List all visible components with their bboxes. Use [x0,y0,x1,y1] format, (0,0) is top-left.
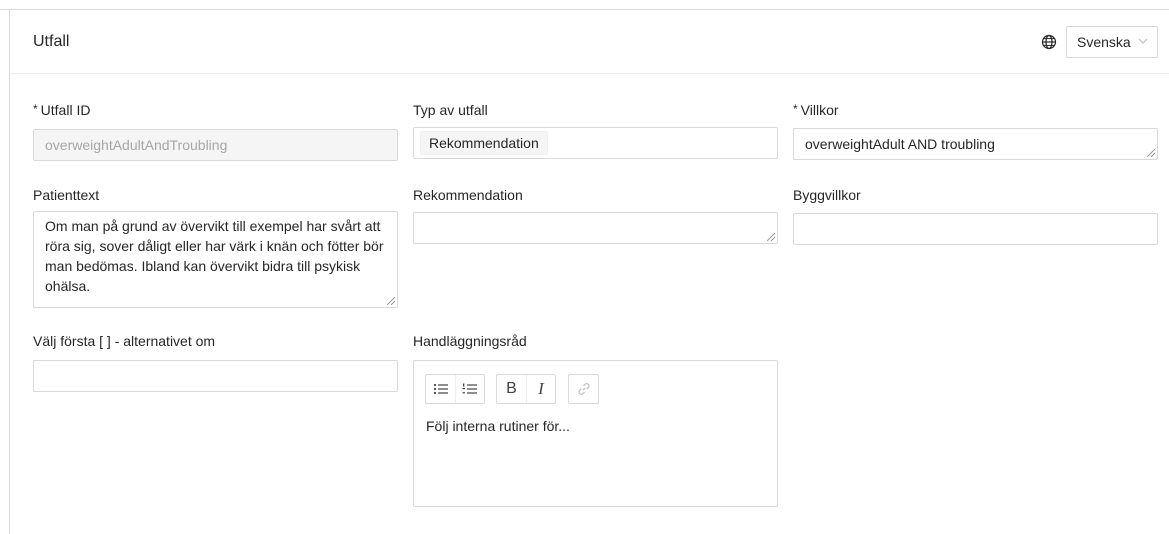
build-conditions-input[interactable] [793,213,1158,245]
build-conditions-label: Byggvillkor [793,187,861,203]
link-icon [577,383,590,395]
top-border [0,0,1169,10]
language-select[interactable]: Svenska [1066,26,1158,58]
patient-text-value: Om man på grund av övervikt till exempel… [45,218,384,294]
outcome-type-tag: Rekommendation [420,131,548,155]
list-button-group [425,374,485,404]
patient-text-textarea[interactable]: Om man på grund av övervikt till exempel… [33,211,398,308]
panel-header: Utfall Svenska [10,10,1169,74]
bullet-list-button[interactable] [426,375,455,403]
resize-handle-icon[interactable] [1147,149,1155,157]
outcome-id-label: * Utfall ID [33,102,91,118]
patient-text-label: Patienttext [33,187,100,203]
handling-advice-text: Följ interna rutiner för... [426,418,570,434]
link-button-group [568,374,599,404]
required-marker: * [33,102,38,116]
outcome-type-select[interactable]: Rekommendation [413,127,778,159]
link-button[interactable] [569,375,598,403]
chevron-down-icon [1138,38,1148,44]
bullet-list-icon [433,383,448,395]
ordered-list-button[interactable] [455,375,484,403]
outcome-panel: Utfall Svenska * Utfall ID overweightAdul… [9,10,1169,534]
format-button-group: B I [496,374,556,404]
required-marker: * [793,102,798,116]
ordered-list-icon [462,383,477,394]
handling-advice-editor[interactable]: B I Följ interna rutiner för... [413,360,778,507]
conditions-textarea[interactable]: overweightAdult AND troubling [793,128,1158,160]
outcome-type-label: Typ av utfall [413,102,488,118]
handling-advice-label: Handläggningsråd [413,333,527,349]
resize-handle-icon[interactable] [387,297,395,305]
recommendation-label: Rekommendation [413,187,523,203]
language-select-value: Svenska [1077,34,1131,50]
bold-button[interactable]: B [497,375,526,403]
globe-icon [1041,34,1057,50]
recommendation-textarea[interactable] [413,212,778,244]
choose-first-input[interactable] [33,360,398,392]
page-title: Utfall [33,33,70,50]
conditions-value: overweightAdult AND troubling [805,136,995,152]
italic-button[interactable]: I [526,375,555,403]
choose-first-label: Välj första [ ] - alternativet om [33,333,216,349]
conditions-label: * Villkor [793,102,839,118]
resize-handle-icon[interactable] [767,233,775,241]
outcome-id-input[interactable]: overweightAdultAndTroubling [33,129,398,161]
